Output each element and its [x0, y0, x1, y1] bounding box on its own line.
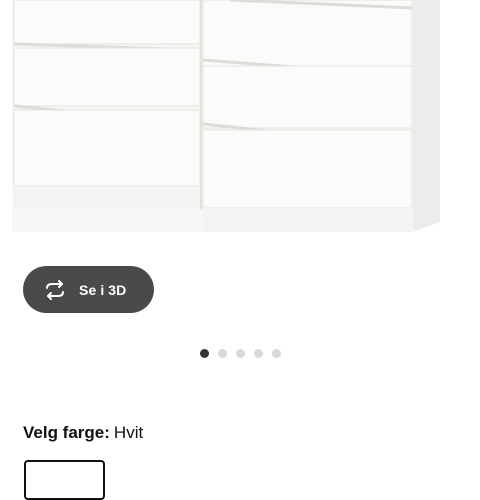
color-swatch-selected[interactable]: [24, 460, 105, 500]
carousel-dot-4[interactable]: [253, 349, 263, 358]
color-value: Hvit: [113, 423, 144, 442]
carousel-pagination: [0, 349, 480, 358]
product-image: [0, 0, 480, 250]
rotate-arrows-icon: [43, 278, 67, 302]
carousel-dot-3[interactable]: [235, 349, 245, 358]
dresser-image: [12, 0, 440, 232]
view-in-3d-label: Se i 3D: [79, 281, 127, 298]
carousel-dot-5[interactable]: [271, 349, 281, 358]
carousel-dot-1[interactable]: [199, 349, 209, 358]
color-selector-heading: Velg farge: Hvit: [23, 422, 143, 444]
color-label: Velg farge:: [23, 423, 110, 442]
view-in-3d-button[interactable]: Se i 3D: [23, 266, 154, 313]
carousel-dot-2[interactable]: [217, 349, 227, 358]
